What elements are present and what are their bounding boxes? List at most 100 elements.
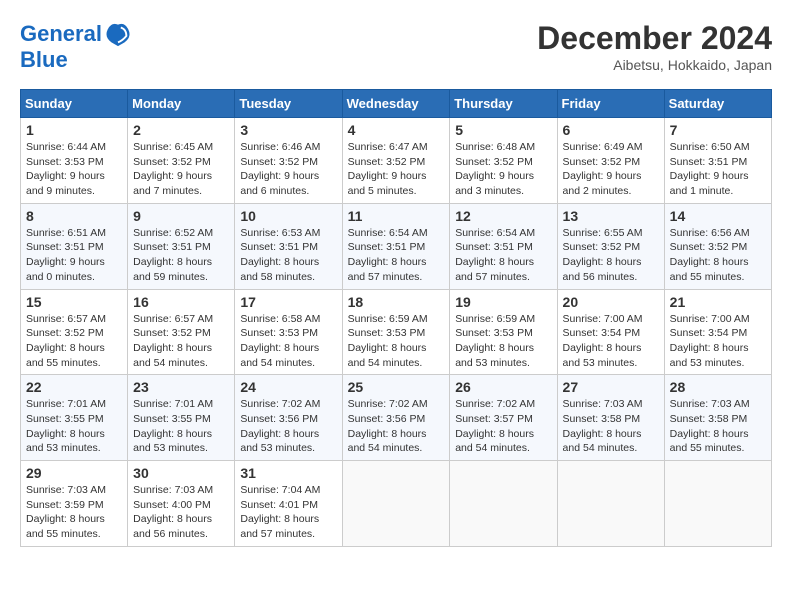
logo-text: General [20, 22, 102, 46]
logo: General Blue [20, 20, 132, 72]
calendar-cell: 28 Sunrise: 7:03 AM Sunset: 3:58 PM Dayli… [664, 375, 771, 461]
calendar-header-row: SundayMondayTuesdayWednesdayThursdayFrid… [21, 90, 772, 118]
day-number: 17 [240, 294, 336, 310]
calendar-cell [342, 461, 450, 547]
calendar-cell: 16 Sunrise: 6:57 AM Sunset: 3:52 PM Dayli… [128, 289, 235, 375]
day-number: 1 [26, 122, 122, 138]
calendar-cell: 2Sunrise: 6:45 AM Sunset: 3:52 PM Daylig… [128, 118, 235, 204]
day-info: Sunrise: 7:00 AM Sunset: 3:54 PM Dayligh… [670, 312, 766, 371]
day-info: Sunrise: 7:01 AM Sunset: 3:55 PM Dayligh… [26, 397, 122, 456]
day-info: Sunrise: 6:55 AM Sunset: 3:52 PM Dayligh… [563, 226, 659, 285]
day-number: 13 [563, 208, 659, 224]
day-number: 5 [455, 122, 551, 138]
weekday-header-saturday: Saturday [664, 90, 771, 118]
day-info: Sunrise: 7:04 AM Sunset: 4:01 PM Dayligh… [240, 483, 336, 542]
location: Aibetsu, Hokkaido, Japan [537, 57, 772, 73]
day-number: 22 [26, 379, 122, 395]
calendar-cell [557, 461, 664, 547]
day-info: Sunrise: 6:56 AM Sunset: 3:52 PM Dayligh… [670, 226, 766, 285]
day-info: Sunrise: 6:59 AM Sunset: 3:53 PM Dayligh… [348, 312, 445, 371]
day-info: Sunrise: 6:54 AM Sunset: 3:51 PM Dayligh… [348, 226, 445, 285]
day-info: Sunrise: 7:03 AM Sunset: 3:58 PM Dayligh… [563, 397, 659, 456]
day-info: Sunrise: 7:03 AM Sunset: 4:00 PM Dayligh… [133, 483, 229, 542]
calendar-week-row: 22 Sunrise: 7:01 AM Sunset: 3:55 PM Dayli… [21, 375, 772, 461]
calendar-cell: 4 Sunrise: 6:47 AM Sunset: 3:52 PM Daylig… [342, 118, 450, 204]
day-number: 12 [455, 208, 551, 224]
day-info: Sunrise: 7:03 AM Sunset: 3:59 PM Dayligh… [26, 483, 122, 542]
day-info: Sunrise: 7:02 AM Sunset: 3:56 PM Dayligh… [240, 397, 336, 456]
calendar-cell: 8Sunrise: 6:51 AM Sunset: 3:51 PM Daylig… [21, 203, 128, 289]
day-number: 4 [348, 122, 445, 138]
day-info: Sunrise: 7:03 AM Sunset: 3:58 PM Dayligh… [670, 397, 766, 456]
weekday-header-sunday: Sunday [21, 90, 128, 118]
calendar-cell [450, 461, 557, 547]
calendar-cell: 26 Sunrise: 7:02 AM Sunset: 3:57 PM Dayli… [450, 375, 557, 461]
calendar-week-row: 15 Sunrise: 6:57 AM Sunset: 3:52 PM Dayli… [21, 289, 772, 375]
calendar-cell: 9 Sunrise: 6:52 AM Sunset: 3:51 PM Daylig… [128, 203, 235, 289]
day-number: 24 [240, 379, 336, 395]
logo-icon [104, 20, 132, 48]
day-number: 16 [133, 294, 229, 310]
day-info: Sunrise: 6:44 AM Sunset: 3:53 PM Dayligh… [26, 140, 122, 199]
calendar-cell: 14 Sunrise: 6:56 AM Sunset: 3:52 PM Dayli… [664, 203, 771, 289]
day-number: 21 [670, 294, 766, 310]
day-number: 11 [348, 208, 445, 224]
day-number: 14 [670, 208, 766, 224]
day-number: 6 [563, 122, 659, 138]
calendar-cell: 12Sunrise: 6:54 AM Sunset: 3:51 PM Dayli… [450, 203, 557, 289]
page-header: General Blue December 2024 Aibetsu, Hokk… [20, 20, 772, 73]
calendar-cell [664, 461, 771, 547]
calendar-cell: 18 Sunrise: 6:59 AM Sunset: 3:53 PM Dayli… [342, 289, 450, 375]
calendar-cell: 5 Sunrise: 6:48 AM Sunset: 3:52 PM Daylig… [450, 118, 557, 204]
calendar-cell: 22 Sunrise: 7:01 AM Sunset: 3:55 PM Dayli… [21, 375, 128, 461]
calendar-week-row: 1 Sunrise: 6:44 AM Sunset: 3:53 PM Daylig… [21, 118, 772, 204]
weekday-header-friday: Friday [557, 90, 664, 118]
day-number: 8 [26, 208, 122, 224]
calendar-cell: 30 Sunrise: 7:03 AM Sunset: 4:00 PM Dayli… [128, 461, 235, 547]
day-info: Sunrise: 6:49 AM Sunset: 3:52 PM Dayligh… [563, 140, 659, 199]
calendar-cell: 23Sunrise: 7:01 AM Sunset: 3:55 PM Dayli… [128, 375, 235, 461]
day-number: 3 [240, 122, 336, 138]
day-number: 30 [133, 465, 229, 481]
month-title: December 2024 [537, 20, 772, 57]
calendar-week-row: 29Sunrise: 7:03 AM Sunset: 3:59 PM Dayli… [21, 461, 772, 547]
day-number: 19 [455, 294, 551, 310]
day-number: 25 [348, 379, 445, 395]
day-number: 9 [133, 208, 229, 224]
day-info: Sunrise: 6:57 AM Sunset: 3:52 PM Dayligh… [26, 312, 122, 371]
day-number: 20 [563, 294, 659, 310]
day-info: Sunrise: 6:47 AM Sunset: 3:52 PM Dayligh… [348, 140, 445, 199]
day-number: 26 [455, 379, 551, 395]
calendar-cell: 11 Sunrise: 6:54 AM Sunset: 3:51 PM Dayli… [342, 203, 450, 289]
day-info: Sunrise: 6:57 AM Sunset: 3:52 PM Dayligh… [133, 312, 229, 371]
calendar-cell: 31Sunrise: 7:04 AM Sunset: 4:01 PM Dayli… [235, 461, 342, 547]
day-info: Sunrise: 6:48 AM Sunset: 3:52 PM Dayligh… [455, 140, 551, 199]
title-block: December 2024 Aibetsu, Hokkaido, Japan [537, 20, 772, 73]
calendar-cell: 25Sunrise: 7:02 AM Sunset: 3:56 PM Dayli… [342, 375, 450, 461]
calendar-cell: 13 Sunrise: 6:55 AM Sunset: 3:52 PM Dayli… [557, 203, 664, 289]
day-info: Sunrise: 7:02 AM Sunset: 3:57 PM Dayligh… [455, 397, 551, 456]
weekday-header-wednesday: Wednesday [342, 90, 450, 118]
day-number: 2 [133, 122, 229, 138]
calendar-cell: 15 Sunrise: 6:57 AM Sunset: 3:52 PM Dayli… [21, 289, 128, 375]
calendar-cell: 27 Sunrise: 7:03 AM Sunset: 3:58 PM Dayli… [557, 375, 664, 461]
day-number: 15 [26, 294, 122, 310]
calendar-cell: 19 Sunrise: 6:59 AM Sunset: 3:53 PM Dayli… [450, 289, 557, 375]
day-number: 28 [670, 379, 766, 395]
day-info: Sunrise: 6:59 AM Sunset: 3:53 PM Dayligh… [455, 312, 551, 371]
day-number: 7 [670, 122, 766, 138]
calendar-cell: 3 Sunrise: 6:46 AM Sunset: 3:52 PM Daylig… [235, 118, 342, 204]
calendar-week-row: 8Sunrise: 6:51 AM Sunset: 3:51 PM Daylig… [21, 203, 772, 289]
weekday-header-monday: Monday [128, 90, 235, 118]
calendar-cell: 17 Sunrise: 6:58 AM Sunset: 3:53 PM Dayli… [235, 289, 342, 375]
day-info: Sunrise: 6:50 AM Sunset: 3:51 PM Dayligh… [670, 140, 766, 199]
day-info: Sunrise: 6:58 AM Sunset: 3:53 PM Dayligh… [240, 312, 336, 371]
calendar-cell: 24 Sunrise: 7:02 AM Sunset: 3:56 PM Dayli… [235, 375, 342, 461]
calendar-table: SundayMondayTuesdayWednesdayThursdayFrid… [20, 89, 772, 547]
day-info: Sunrise: 6:53 AM Sunset: 3:51 PM Dayligh… [240, 226, 336, 285]
day-info: Sunrise: 6:52 AM Sunset: 3:51 PM Dayligh… [133, 226, 229, 285]
calendar-cell: 1 Sunrise: 6:44 AM Sunset: 3:53 PM Daylig… [21, 118, 128, 204]
day-number: 18 [348, 294, 445, 310]
day-number: 27 [563, 379, 659, 395]
day-info: Sunrise: 6:46 AM Sunset: 3:52 PM Dayligh… [240, 140, 336, 199]
